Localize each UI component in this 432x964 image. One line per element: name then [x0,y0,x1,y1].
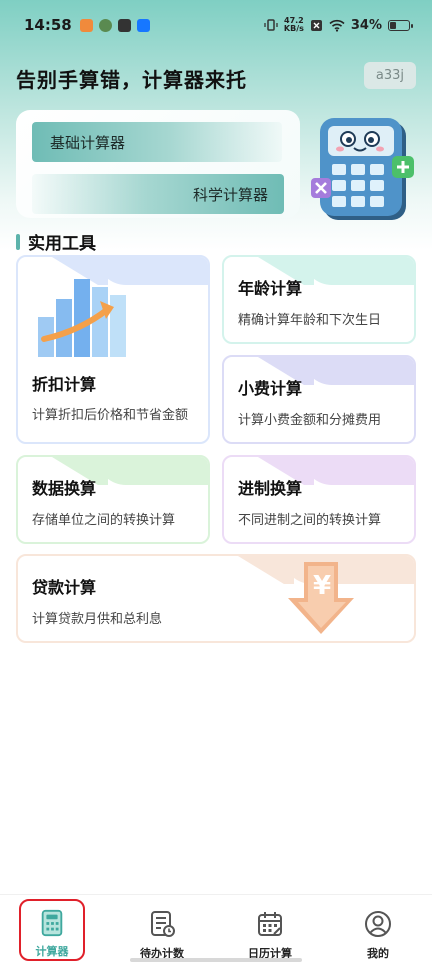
card-tab-decoration [304,357,414,385]
net-speed-unit: KB/s [283,24,304,33]
nav-label-profile: 我的 [367,947,389,960]
svg-text:¥: ¥ [313,571,331,601]
base-title: 进制换算 [238,479,303,498]
card-tab-decoration [98,457,208,485]
battery-percent: 34% [350,17,382,33]
section-title: 实用工具 [28,234,96,254]
nav-item-calendar[interactable]: 日历计算 [238,901,302,961]
scientific-calculator-label: 科学计算器 [192,185,268,204]
loan-title: 贷款计算 [32,578,97,597]
battery-level [390,21,396,29]
nav-item-profile[interactable]: 我的 [346,901,410,961]
basic-calculator-label: 基础计算器 [50,133,126,152]
todo-icon [151,911,175,937]
age-title: 年龄计算 [238,279,303,298]
basic-calculator-button[interactable]: 基础计算器 [32,122,282,162]
play-notification-icon [117,18,131,32]
section-header: 实用工具 [16,229,96,254]
card-tab-decoration [304,457,414,485]
bottom-navigation: 计算器 待办计数 日历计算 我的 [0,894,432,964]
status-bar: 14:58 47.2 KB/s 34% [0,0,432,50]
tip-title: 小费计算 [238,379,303,398]
no-sim-icon [310,19,322,31]
base-subtitle: 不同进制之间的转换计算 [238,513,382,528]
calendar-icon [258,912,282,936]
network-speed: 47.2 KB/s [284,17,304,33]
discount-title: 折扣计算 [32,375,97,394]
page-headline: 告别手算错，计算器来托 [16,68,247,92]
age-subtitle: 精确计算年龄和下次生日 [238,313,382,328]
discount-calculator-card[interactable]: 折扣计算 计算折扣后价格和节省金额 [16,255,210,444]
alipay-notification-icon [136,18,150,32]
battery-icon [388,19,413,31]
card-tab-decoration [304,257,414,285]
calculator-icon [41,909,63,937]
section-accent-bar [16,233,20,250]
app-notification-icon [79,18,93,32]
loan-calculator-card[interactable]: ¥ 贷款计算 计算贷款月供和总利息 [16,554,416,643]
data-title: 数据换算 [32,479,97,498]
nav-label-calculator: 计算器 [35,945,69,958]
status-time: 14:58 [24,16,72,34]
age-calculator-card[interactable]: 年龄计算 精确计算年龄和下次生日 [222,255,416,344]
scientific-calculator-button[interactable]: 科学计算器 [32,174,284,214]
wifi-icon [329,19,345,32]
yuan-arrow-icon: ¥ [288,562,354,634]
profile-icon [365,911,391,937]
leaf-notification-icon [98,18,112,32]
version-badge: a33j [363,62,416,89]
base-conversion-card[interactable]: 进制换算 不同进制之间的转换计算 [222,455,416,544]
tip-subtitle: 计算小费金额和分摊费用 [238,413,382,428]
vibrate-icon [264,19,278,31]
data-conversion-card[interactable]: 数据换算 存储单位之间的转换计算 [16,455,210,544]
calculator-mascot-icon [311,118,414,220]
tip-calculator-card[interactable]: 小费计算 计算小费金额和分摊费用 [222,355,416,444]
discount-subtitle: 计算折扣后价格和节省金额 [32,408,189,423]
home-indicator[interactable] [130,958,302,962]
nav-item-calculator[interactable]: 计算器 [19,899,85,961]
rising-bars-icon [38,279,126,357]
data-subtitle: 存储单位之间的转换计算 [32,513,176,528]
calculator-card: 基础计算器 科学计算器 [16,110,300,218]
loan-subtitle: 计算贷款月供和总利息 [32,612,163,627]
nav-item-todo[interactable]: 待办计数 [130,901,194,961]
